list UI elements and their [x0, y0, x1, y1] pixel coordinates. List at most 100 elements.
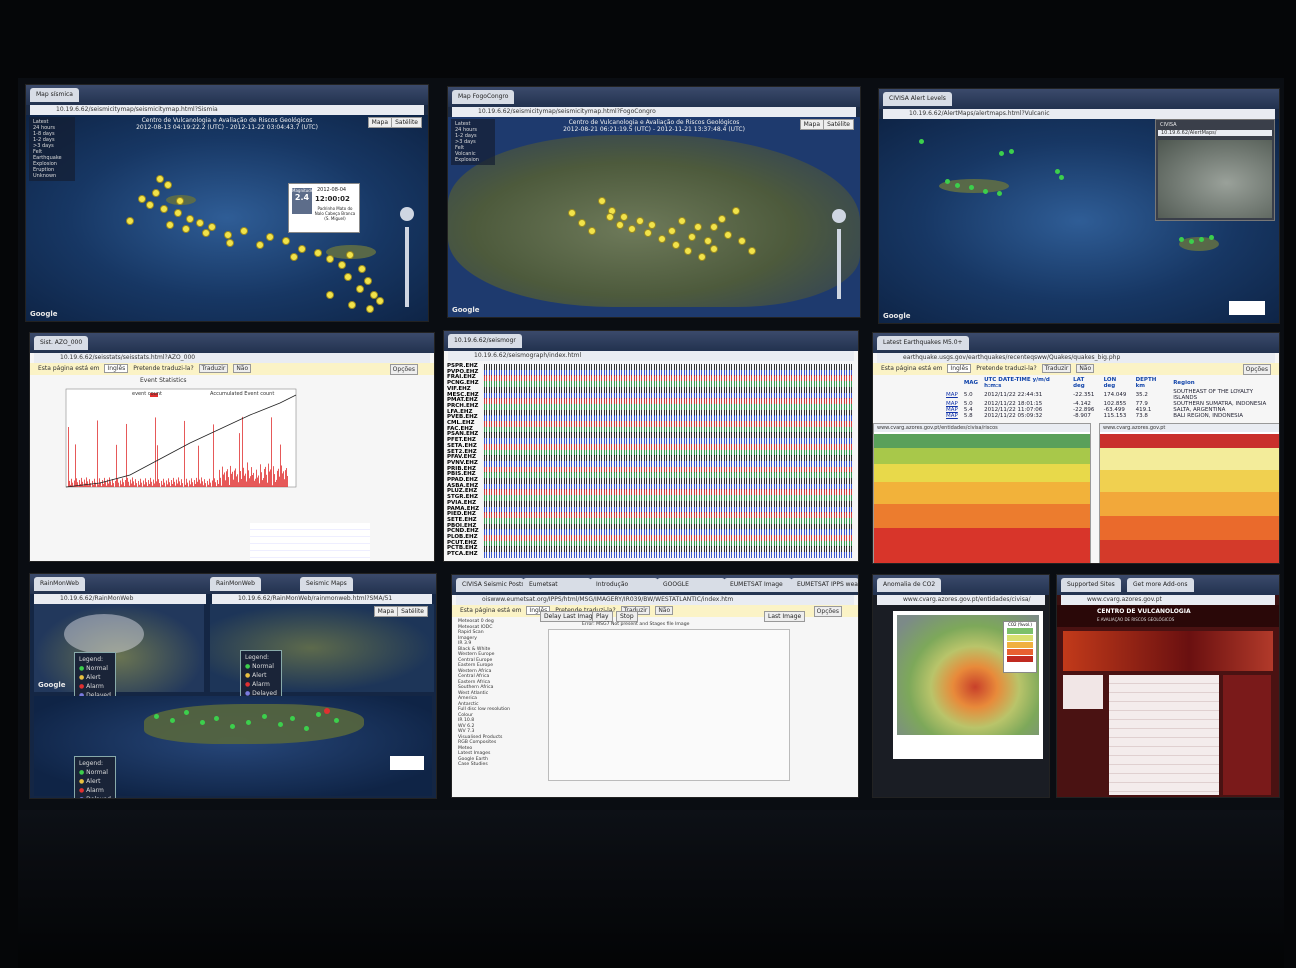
browser-tab[interactable]: Map sísmica	[30, 88, 79, 102]
inset-tab[interactable]: CIVISA	[1156, 120, 1274, 130]
address-bar[interactable]: 10.19.6.62/AlertMaps/alertmaps.html?Vulc…	[883, 109, 1275, 119]
earthquake-marker[interactable]	[166, 221, 174, 229]
earthquake-marker[interactable]	[338, 261, 346, 269]
earthquake-marker[interactable]	[146, 201, 154, 209]
earthquake-marker[interactable]	[344, 273, 352, 281]
alert-marker[interactable]	[1059, 175, 1064, 180]
map-view[interactable]: Centro de Vulcanologia e Avaliação de Ri…	[448, 117, 860, 317]
stop-button[interactable]: Stop	[616, 611, 638, 622]
map-link[interactable]: MAP	[946, 392, 958, 398]
browser-tab[interactable]: RainMonWeb	[210, 577, 261, 591]
alert-marker[interactable]	[1199, 237, 1204, 242]
address-bar[interactable]: 10.19.6.62/RainMonWeb/rainmonweb.html?SM…	[212, 594, 432, 604]
earthquake-marker[interactable]	[684, 247, 692, 255]
play-button[interactable]: Play	[592, 611, 613, 622]
earthquake-marker[interactable]	[358, 265, 366, 273]
rain-gauge-marker[interactable]	[230, 724, 235, 729]
rain-gauge-marker[interactable]	[290, 716, 295, 721]
alert-marker[interactable]	[1055, 169, 1060, 174]
alert-marker[interactable]	[999, 151, 1004, 156]
earthquake-marker[interactable]	[678, 217, 686, 225]
translate-button[interactable]: Traduzir	[198, 364, 229, 373]
browser-tab[interactable]: RainMonWeb	[34, 577, 85, 591]
earthquake-marker[interactable]	[598, 197, 606, 205]
sub-address-bar[interactable]: www.cvarg.azores.gov.pt/entidades/civisa…	[874, 424, 1090, 432]
rain-gauge-marker[interactable]	[170, 718, 175, 723]
alert-marker[interactable]	[1209, 235, 1214, 240]
earthquake-marker[interactable]	[152, 189, 160, 197]
earthquake-marker[interactable]	[202, 229, 210, 237]
earthquake-marker[interactable]	[688, 233, 696, 241]
browser-tab[interactable]: CIVISA Alert Levels	[883, 92, 952, 106]
earthquake-marker[interactable]	[326, 255, 334, 263]
browser-tab[interactable]: EUMETSAT IPPS weath	[791, 578, 858, 592]
earthquake-marker[interactable]	[672, 241, 680, 249]
earthquake-marker[interactable]	[182, 225, 190, 233]
earthquake-marker[interactable]	[588, 227, 596, 235]
rain-gauge-marker[interactable]	[184, 710, 189, 715]
alert-marker[interactable]	[983, 189, 988, 194]
last-image-button[interactable]: Last Image	[764, 611, 806, 622]
browser-tab[interactable]: 10.19.6.62/seismogr	[448, 334, 522, 348]
rain-map-left[interactable]: Legend: ● Normal ● Alert ● Alarm ● Delay…	[34, 604, 204, 703]
rain-gauge-marker[interactable]	[278, 722, 283, 727]
language-select[interactable]: Inglês	[104, 364, 129, 373]
earthquake-marker[interactable]	[366, 305, 374, 313]
map-link[interactable]: MAP	[946, 413, 958, 419]
map-type-button[interactable]: Mapa	[373, 606, 398, 617]
address-bar[interactable]: www.cvarg.azores.gov.pt/entidades/civisa…	[877, 595, 1045, 605]
alert-marker[interactable]	[945, 179, 950, 184]
earthquake-marker[interactable]	[644, 229, 652, 237]
browser-tab[interactable]: Seismic Maps	[300, 577, 353, 591]
zoom-control[interactable]	[400, 207, 414, 221]
sub-address-bar[interactable]: www.cvarg.azores.gov.pt	[1100, 424, 1279, 432]
earthquake-marker[interactable]	[314, 249, 322, 257]
earthquake-marker[interactable]	[256, 241, 264, 249]
satellite-type-button[interactable]: Satélite	[397, 606, 428, 617]
tree-item[interactable]: Case Studies	[458, 762, 538, 768]
rain-gauge-marker[interactable]	[246, 720, 251, 725]
alert-marker[interactable]	[1179, 237, 1184, 242]
earthquake-marker[interactable]	[176, 197, 184, 205]
earthquake-marker[interactable]	[648, 221, 656, 229]
no-button[interactable]: Não	[655, 606, 674, 615]
earthquake-marker[interactable]	[732, 207, 740, 215]
browser-tab[interactable]: Supported Sites	[1061, 578, 1121, 592]
earthquake-marker[interactable]	[724, 231, 732, 239]
event-popup[interactable]: Magnitude 2.4 2012-08-04 12:00:02 Padrin…	[288, 183, 360, 233]
address-bar[interactable]: 10.19.6.62/RainMonWeb	[34, 594, 206, 604]
earthquake-marker[interactable]	[174, 209, 182, 217]
browser-tab[interactable]: CIVISA Seismic Posts	[456, 578, 524, 592]
rain-gauge-marker[interactable]	[214, 716, 219, 721]
earthquake-marker[interactable]	[718, 215, 726, 223]
options-button[interactable]: Opções	[389, 364, 418, 375]
map-view[interactable]: Centro de Vulcanologia e Avaliação de Ri…	[26, 115, 428, 321]
earthquake-marker[interactable]	[578, 219, 586, 227]
map-view[interactable]: CIVISA 10.19.6.62/AlertMaps/ Google	[879, 119, 1279, 323]
translate-button[interactable]: Traduzir	[1041, 364, 1072, 373]
address-bar[interactable]: 10.19.6.62/seismicitymap/seismicitymap.h…	[452, 107, 856, 117]
earthquake-marker[interactable]	[266, 233, 274, 241]
earthquake-marker[interactable]	[240, 227, 248, 235]
earthquake-marker[interactable]	[698, 253, 706, 261]
alert-marker[interactable]	[1009, 149, 1014, 154]
alert-marker[interactable]	[997, 191, 1002, 196]
alert-marker[interactable]	[919, 139, 924, 144]
rain-gauge-marker[interactable]	[304, 726, 309, 731]
earthquake-marker[interactable]	[376, 297, 384, 305]
browser-tab[interactable]: Introdução	[590, 578, 658, 592]
earthquake-marker[interactable]	[568, 209, 576, 217]
browser-tab[interactable]: Get more Add-ons	[1127, 578, 1194, 592]
address-bar[interactable]: www.cvarg.azores.gov.pt	[1061, 595, 1275, 605]
earthquake-marker[interactable]	[290, 253, 298, 261]
no-button[interactable]: Não	[1076, 364, 1095, 373]
earthquake-marker[interactable]	[164, 181, 172, 189]
address-bar[interactable]: 10.19.6.62/seismograph/index.html	[448, 351, 854, 361]
rain-gauge-marker[interactable]	[200, 720, 205, 725]
alert-marker[interactable]	[955, 183, 960, 188]
earthquake-marker[interactable]	[628, 225, 636, 233]
satellite-type-button[interactable]: Satélite	[391, 117, 422, 128]
earthquake-marker[interactable]	[348, 301, 356, 309]
earthquake-marker[interactable]	[710, 245, 718, 253]
address-bar[interactable]: earthquake.usgs.gov/earthquakes/recenteq…	[877, 353, 1275, 363]
